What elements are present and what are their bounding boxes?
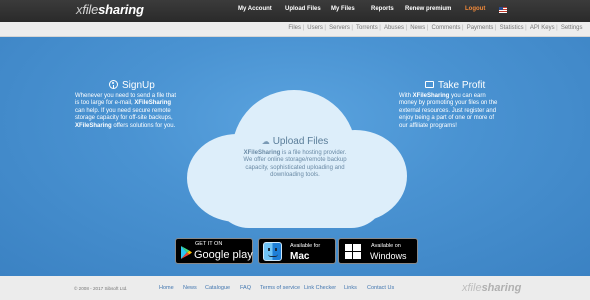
- subnav-separator: |: [379, 25, 381, 31]
- subnav-separator: |: [461, 25, 464, 31]
- profit-title-text: Take Profit: [438, 80, 486, 91]
- signup-line: XFileSharing offers solutions for you.: [75, 123, 176, 130]
- signup-brand: XFileSharing: [134, 100, 172, 107]
- hero-section: SignUp Whenever you need to send a file …: [0, 37, 590, 276]
- subnav-separator: |: [405, 25, 408, 31]
- upload-text-part: is a file hosting provider.: [280, 150, 347, 156]
- finder-icon: [263, 242, 282, 261]
- signup-brand: XFileSharing: [75, 122, 112, 129]
- footer-logo-sharing: sharing: [481, 282, 522, 294]
- windows-badge[interactable]: Available on Windows: [338, 238, 418, 264]
- profit-line: our affiliate programs!: [399, 122, 457, 129]
- upload-line: XFileSharing is a file hosting provider.: [236, 150, 354, 157]
- nav-upload-files[interactable]: Upload Files: [285, 6, 321, 12]
- google-play-small: GET IT ON: [195, 241, 223, 247]
- subnav-abuses[interactable]: Abuses: [384, 25, 404, 31]
- profit-line: enjoy being a part of one or more of: [399, 115, 495, 122]
- nav-my-account[interactable]: My Account: [238, 6, 272, 12]
- upload-text: XFileSharing is a file hosting provider.…: [236, 150, 354, 180]
- subnav-separator: |: [494, 25, 497, 31]
- subnav-servers[interactable]: Servers: [329, 25, 350, 31]
- footer-logo-file: xfile: [462, 282, 482, 294]
- subnav-separator: |: [351, 25, 353, 31]
- signup-title: SignUp: [109, 80, 155, 91]
- subnav-api-keys[interactable]: API Keys: [530, 25, 555, 31]
- logo-sharing: sharing: [98, 2, 144, 17]
- upload-line: downloading tools.: [270, 172, 320, 179]
- money-icon: [425, 81, 434, 88]
- mac-small: Available for: [290, 243, 321, 249]
- top-navbar: xfilesharing My Account Upload Files My …: [0, 0, 590, 22]
- footer-link-contact-us[interactable]: Contact Us: [367, 285, 394, 291]
- footer-logo: xfilesharing: [462, 282, 521, 294]
- windows-small: Available on: [371, 243, 401, 249]
- us-flag-icon[interactable]: [499, 7, 507, 13]
- subnav-users[interactable]: Users: [307, 25, 323, 31]
- upload-title: ☁ Upload Files: [0, 136, 590, 147]
- upload-title-text: Upload Files: [272, 136, 329, 147]
- google-play-icon: [181, 246, 192, 259]
- nav-renew-premium[interactable]: Renew premium: [405, 6, 451, 12]
- subnav-settings[interactable]: Settings: [561, 25, 583, 31]
- nav-my-files[interactable]: My Files: [331, 6, 355, 12]
- user-icon: [109, 80, 118, 89]
- signup-line: Whenever you need to send a file that: [75, 93, 177, 99]
- subnav-separator: |: [426, 25, 429, 31]
- upload-brand: XFileSharing: [243, 150, 281, 156]
- profit-text-part: you can earn: [449, 93, 486, 99]
- mac-badge[interactable]: Available for Mac: [258, 238, 336, 264]
- windows-icon: [345, 244, 361, 259]
- cloud-upload-icon: ☁: [261, 137, 270, 146]
- copyright-text: © 2008 - 2017 Sibsoft Ltd.: [74, 286, 128, 291]
- google-play-big: Google play: [194, 249, 253, 261]
- footer-link-terms[interactable]: Terms of service: [260, 285, 300, 291]
- signup-title-text: SignUp: [122, 80, 155, 91]
- footer-link-links[interactable]: Links: [344, 285, 357, 291]
- subnav-payments[interactable]: Payments: [467, 25, 494, 31]
- nav-logout[interactable]: Logout: [465, 6, 485, 12]
- footer-link-link-checker[interactable]: Link Checker: [304, 285, 336, 291]
- signup-line: is too large for e-mail, XFileSharing: [75, 100, 176, 107]
- subnav-statistics[interactable]: Statistics: [500, 25, 524, 31]
- subnav-separator: |: [525, 25, 527, 31]
- subnav-comments[interactable]: Comments: [431, 25, 460, 31]
- profit-line: With XFileSharing you can earn: [399, 93, 497, 100]
- google-play-badge[interactable]: GET IT ON Google play: [175, 238, 253, 264]
- profit-line: money by promoting your files on the: [399, 100, 498, 107]
- footer-link-news[interactable]: News: [183, 285, 197, 291]
- subnav-separator: |: [324, 25, 326, 31]
- windows-big: Windows: [370, 251, 407, 261]
- footer-link-home[interactable]: Home: [159, 285, 174, 291]
- subnav-files[interactable]: Files: [288, 25, 301, 31]
- mac-big: Mac: [290, 251, 310, 262]
- signup-line: storage capacity for off-site backups,: [75, 115, 173, 122]
- footer-link-catalogue[interactable]: Catalogue: [205, 285, 230, 291]
- subnav-separator: |: [556, 25, 558, 31]
- logo-file: file: [82, 2, 99, 17]
- upload-line: We offer online storage/remote backup: [243, 157, 347, 164]
- site-logo[interactable]: xfilesharing: [76, 2, 144, 17]
- upload-line: capacity, sophisticated uploading and: [245, 164, 345, 171]
- footer-link-faq[interactable]: FAQ: [240, 285, 251, 291]
- signup-text-part: offers solutions for you.: [111, 122, 176, 129]
- profit-line: external resources. Just register and: [399, 107, 497, 114]
- subnav-separator: |: [302, 25, 305, 31]
- profit-title: Take Profit: [425, 80, 485, 91]
- profit-brand: XFileSharing: [412, 93, 450, 99]
- subnav-torrents[interactable]: Torrents: [356, 25, 378, 31]
- signup-line: can help. If you need secure remote: [75, 107, 171, 114]
- subnav-news[interactable]: News: [410, 25, 425, 31]
- profit-text-part: With: [399, 93, 413, 99]
- nav-reports[interactable]: Reports: [371, 6, 394, 12]
- admin-subnav: Files | Users | Servers | Torrents | Abuses |…: [0, 22, 590, 37]
- profit-text: With XFileSharing you can earn money by …: [399, 93, 497, 130]
- signup-text-part: is too large for e-mail,: [75, 100, 135, 107]
- footer: © 2008 - 2017 Sibsoft Ltd. Home News Cat…: [0, 276, 590, 300]
- signup-text: Whenever you need to send a file that is…: [75, 93, 176, 130]
